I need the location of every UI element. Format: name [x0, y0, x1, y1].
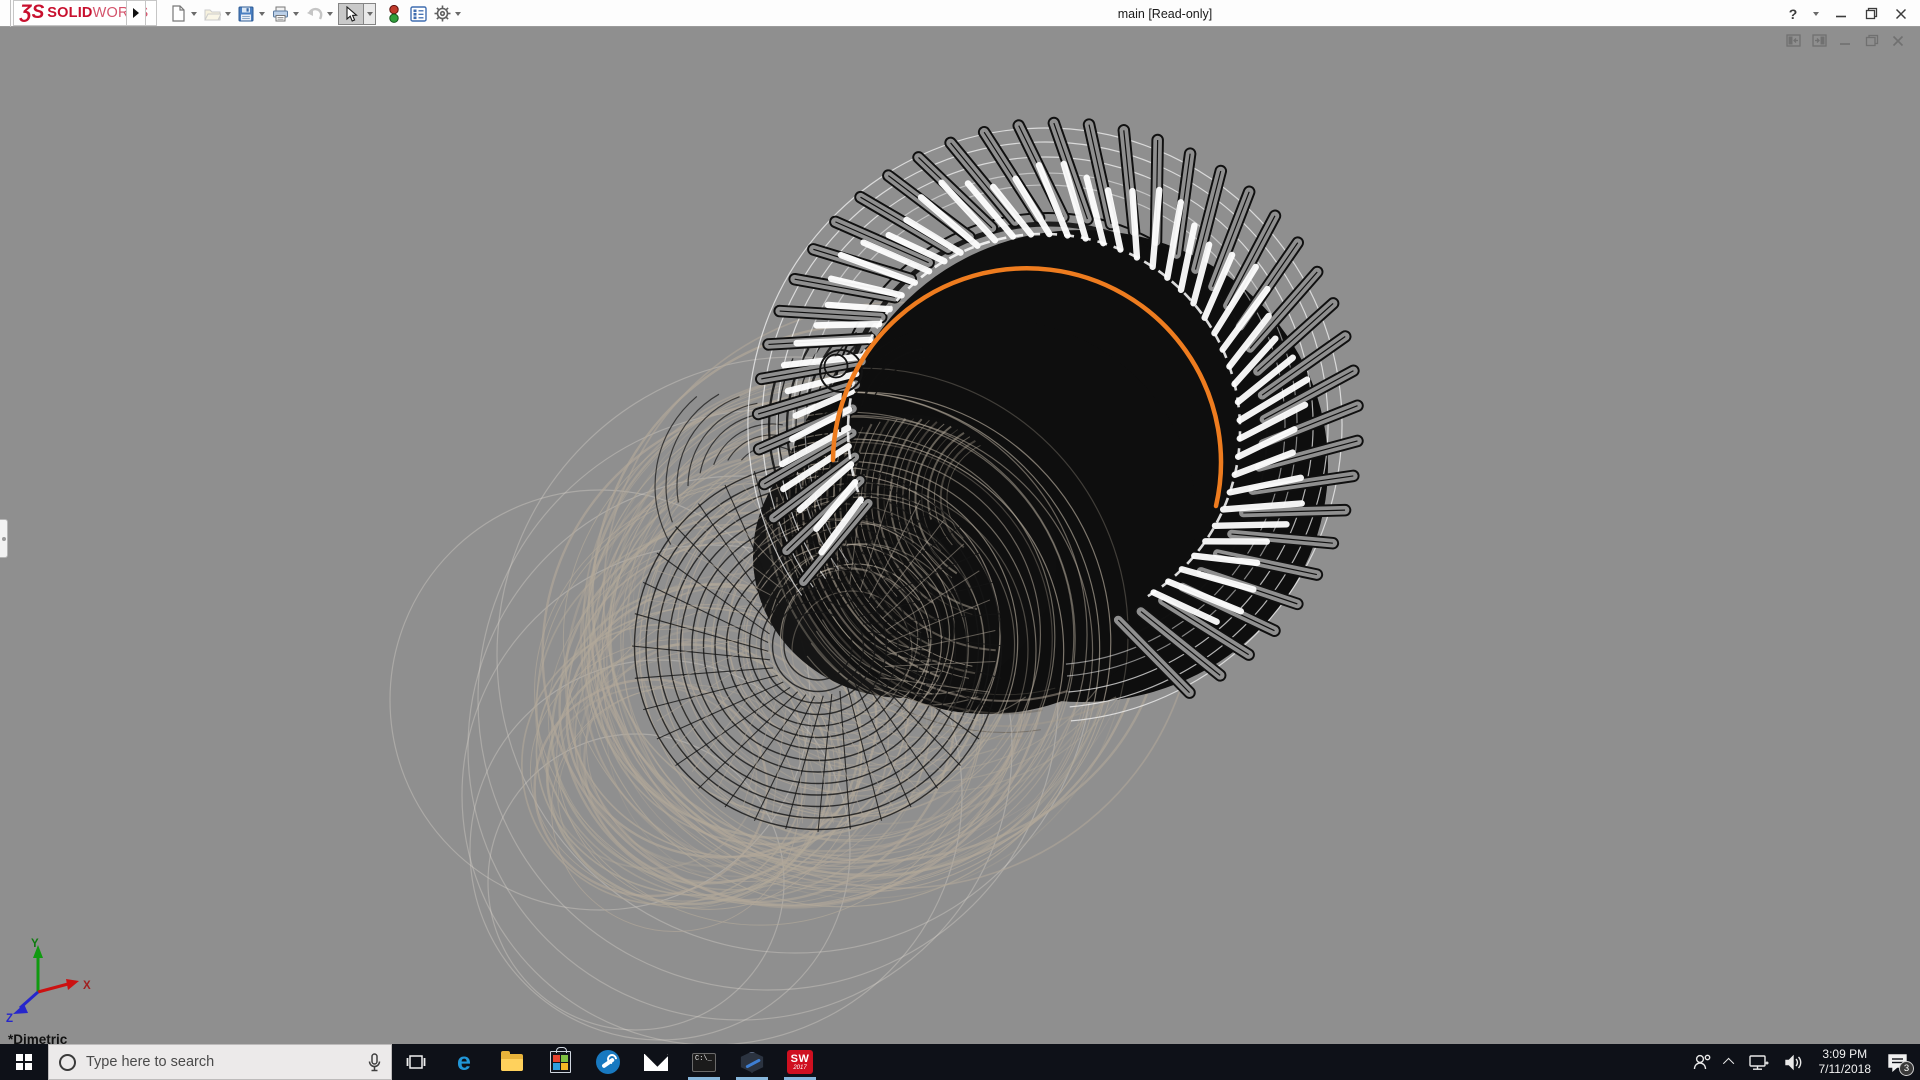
file-explorer-icon: [501, 1050, 523, 1071]
system-tray: 3:09 PM 7/11/2018 3: [1685, 1044, 1920, 1080]
task-view-button[interactable]: [392, 1044, 440, 1080]
doc-restore-button[interactable]: [1863, 33, 1880, 48]
y-label: Y: [31, 938, 39, 950]
taskbar-mail-button[interactable]: [632, 1044, 680, 1080]
mail-icon: [644, 1053, 668, 1071]
taskbar-command-prompt-button[interactable]: C:\_: [680, 1044, 728, 1080]
taskbar-edge-button[interactable]: e: [440, 1044, 488, 1080]
x-label: X: [83, 980, 91, 992]
windows-logo-icon: [16, 1054, 32, 1070]
cortana-icon: [59, 1053, 76, 1071]
model-canvas[interactable]: Y X Z: [0, 28, 1920, 1044]
microphone-icon[interactable]: [368, 1052, 381, 1072]
hidden-icons-button[interactable]: [1719, 1044, 1741, 1080]
collapsed-panel-tab[interactable]: [0, 519, 8, 558]
select-tool-dropdown[interactable]: [364, 2, 376, 25]
taskbar-store-button[interactable]: [536, 1044, 584, 1080]
view-orientation-label: *Dimetric: [8, 1032, 68, 1044]
titlebar: ƷS SOLID WORKS main [Read-only] ?: [0, 0, 1920, 27]
open-button[interactable]: [202, 3, 222, 25]
wrench-tool-icon: [596, 1050, 620, 1074]
help-button[interactable]: ?: [1780, 2, 1806, 26]
notification-badge: 3: [1899, 1061, 1914, 1076]
volume-button[interactable]: [1777, 1044, 1811, 1080]
taskbar: e C:\_ SW: [0, 1044, 1920, 1080]
taskbar-search[interactable]: [48, 1044, 392, 1080]
undo-button[interactable]: [304, 3, 324, 25]
dock-pane-right-icon[interactable]: [1811, 33, 1828, 48]
solidworks-2017-icon: SW 2017: [787, 1050, 813, 1074]
doc-minimize-button[interactable]: [1837, 33, 1854, 48]
doc-close-button[interactable]: [1889, 33, 1906, 48]
taskbar-icons: e C:\_ SW 2017: [392, 1044, 824, 1080]
clock-time: 3:09 PM: [1822, 1047, 1868, 1061]
titlebar-divider: [10, 0, 11, 27]
taskbar-clock[interactable]: 3:09 PM 7/11/2018: [1811, 1047, 1880, 1077]
options-list-button[interactable]: [408, 3, 428, 25]
microsoft-store-icon: [549, 1047, 571, 1073]
taskbar-solidworks-button[interactable]: SW 2017: [776, 1044, 824, 1080]
save-button[interactable]: [236, 3, 256, 25]
logo-solid-text: SOLID: [47, 5, 93, 21]
rebuild-traffic-light-button[interactable]: [384, 3, 404, 25]
print-button[interactable]: [270, 3, 290, 25]
people-button[interactable]: [1685, 1044, 1719, 1080]
sw-icon-text: SW: [790, 1052, 810, 1065]
undo-dropdown[interactable]: [324, 3, 336, 25]
menu-flyout-arrow-icon[interactable]: [126, 0, 146, 26]
new-document-button[interactable]: [168, 3, 188, 25]
minimize-button[interactable]: [1828, 2, 1854, 26]
command-prompt-icon: C:\_: [692, 1052, 716, 1072]
settings-dropdown[interactable]: [452, 3, 464, 25]
open-dropdown[interactable]: [222, 3, 234, 25]
screen: ƷS SOLID WORKS main [Read-only] ? Y X Z …: [0, 0, 1920, 1080]
dock-pane-left-icon[interactable]: [1785, 33, 1802, 48]
document-window-controls: [1785, 33, 1906, 48]
action-center-button[interactable]: 3: [1879, 1044, 1920, 1080]
select-tool-button[interactable]: [338, 2, 364, 25]
new-document-dropdown[interactable]: [188, 3, 200, 25]
quick-access-toolbar: [168, 0, 466, 27]
ds-logo-glyph: ƷS: [20, 2, 45, 23]
settings-gear-icon[interactable]: [432, 3, 452, 25]
close-button[interactable]: [1888, 2, 1914, 26]
print-dropdown[interactable]: [290, 3, 302, 25]
edge-icon: e: [457, 1047, 471, 1076]
clock-date: 7/11/2018: [1818, 1062, 1872, 1076]
z-label: Z: [6, 1013, 13, 1025]
start-button[interactable]: [0, 1044, 48, 1080]
sw-icon-year: 2017: [793, 1064, 807, 1071]
document-title: main [Read-only]: [1117, 6, 1213, 21]
help-dropdown[interactable]: [1810, 3, 1822, 25]
graphics-viewport[interactable]: Y X Z *Dimetric: [0, 28, 1920, 1044]
taskbar-wrench-tool-button[interactable]: [584, 1044, 632, 1080]
save-dropdown[interactable]: [256, 3, 268, 25]
search-input[interactable]: [86, 1054, 358, 1070]
help-label: ?: [1788, 5, 1798, 22]
taskbar-file-explorer-button[interactable]: [488, 1044, 536, 1080]
taskbar-hexagon-app-button[interactable]: [728, 1044, 776, 1080]
network-button[interactable]: [1741, 1044, 1777, 1080]
window-controls: ?: [1780, 0, 1914, 27]
chevron-up-icon: [1722, 1057, 1734, 1070]
hexagon-app-icon: [740, 1051, 764, 1073]
restore-button[interactable]: [1858, 2, 1884, 26]
